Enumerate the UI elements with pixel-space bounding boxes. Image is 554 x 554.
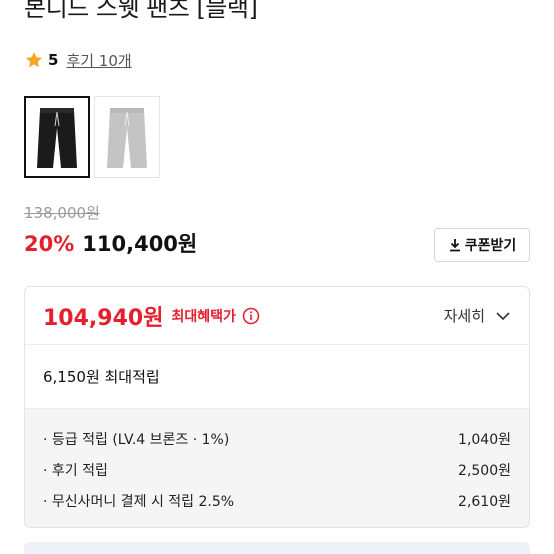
points-item-label: · 등급 적립 (LV.4 브론즈 · 1%) [43, 431, 230, 448]
points-item-amount: 1,040원 [458, 431, 511, 448]
rating-score: 5 [48, 51, 59, 69]
price-row: 20% 110,400원 [24, 228, 197, 258]
points-item-label: · 후기 적립 [43, 462, 108, 479]
chevron-down-icon [495, 311, 511, 321]
points-breakdown: · 등급 적립 (LV.4 브론즈 · 1%) 1,040원 · 후기 적립 2… [25, 409, 529, 527]
points-item-amount: 2,500원 [458, 462, 511, 479]
review-count-link[interactable]: 후기 10개 [66, 50, 131, 71]
product-title: 본디드 스웻 팬츠 [블랙] [24, 0, 258, 22]
detail-toggle[interactable]: 자세히 [444, 305, 511, 326]
points-item: · 등급 적립 (LV.4 브론즈 · 1%) 1,040원 [43, 423, 511, 454]
discount-rate: 20% [24, 232, 75, 256]
next-section-banner [24, 542, 530, 554]
coupon-button-label: 쿠폰받기 [464, 238, 517, 254]
points-item-label: · 무신사머니 결제 시 적립 2.5% [43, 493, 235, 510]
thumbnail-gray-pants[interactable] [94, 96, 160, 178]
max-benefit-price: 104,940원 [43, 305, 164, 331]
original-price: 138,000원 [24, 204, 100, 222]
max-benefit-header: 104,940원 최대혜택가 자세히 [25, 287, 529, 345]
points-item: · 후기 적립 2,500원 [43, 454, 511, 485]
detail-toggle-label: 자세히 [443, 307, 485, 325]
info-icon[interactable] [242, 307, 260, 325]
points-item: · 무신사머니 결제 시 적립 2.5% 2,610원 [43, 485, 511, 516]
rating-row: 5 후기 10개 [24, 48, 132, 72]
max-benefit-label: 최대혜택가 [171, 308, 236, 325]
thumbnail-black-pants[interactable] [24, 96, 90, 178]
coupon-button[interactable]: 쿠폰받기 [434, 228, 530, 262]
color-thumbnails [24, 96, 160, 178]
download-icon [448, 238, 462, 252]
sale-price: 110,400원 [82, 232, 198, 256]
star-icon [24, 50, 44, 70]
benefit-box: 104,940원 최대혜택가 자세히 6,150원 최대적립 · 등급 적립 (… [24, 286, 530, 528]
points-item-amount: 2,610원 [458, 493, 511, 510]
points-summary: 6,150원 최대적립 [25, 345, 529, 409]
